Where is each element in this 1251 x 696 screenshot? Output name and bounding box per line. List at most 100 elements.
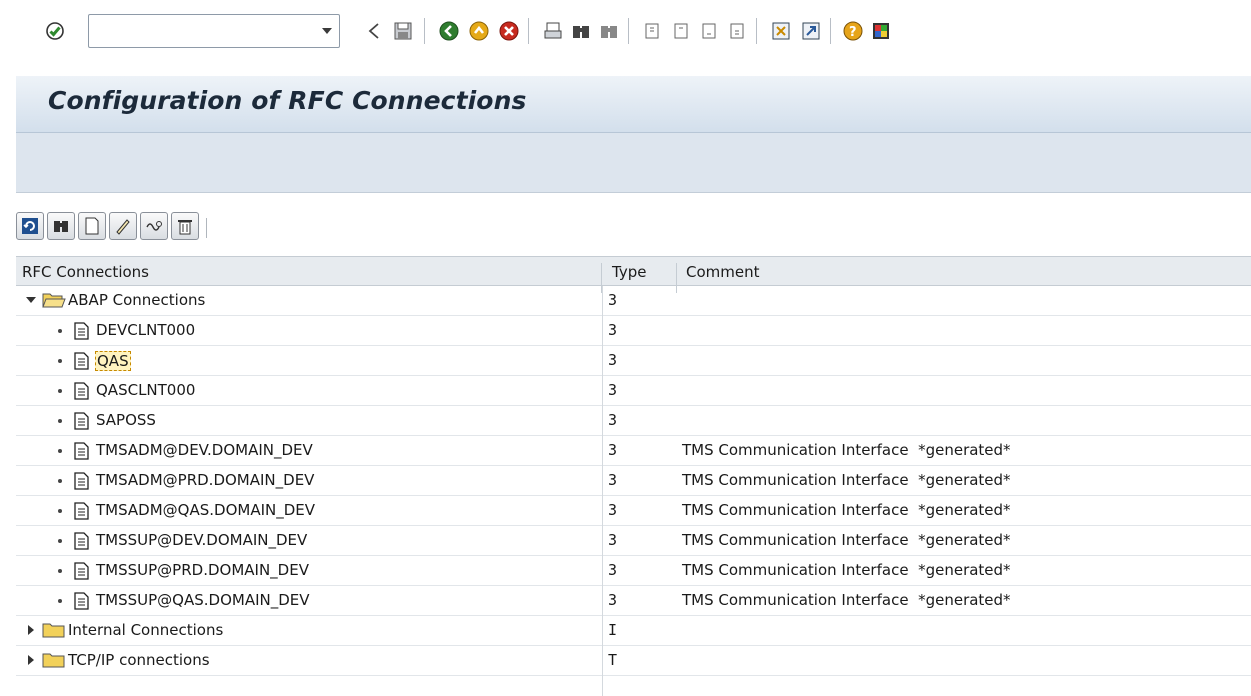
column-header-comment[interactable]: Comment: [686, 263, 760, 281]
back-icon[interactable]: [364, 20, 386, 42]
type-cell: 3: [608, 351, 618, 369]
type-cell: 3: [608, 501, 618, 519]
document-icon: [74, 592, 89, 610]
type-cell: I: [608, 621, 618, 639]
document-icon: [74, 442, 89, 460]
command-input[interactable]: [89, 15, 309, 45]
type-cell: 3: [608, 411, 618, 429]
refresh-button[interactable]: [16, 212, 44, 240]
tree-row-saposs[interactable]: SAPOSS 3: [16, 406, 1251, 436]
back-green-icon[interactable]: [438, 20, 460, 42]
type-cell: 3: [608, 591, 618, 609]
tree-row-tmssup-dev[interactable]: TMSSUP@DEV.DOMAIN_DEV 3 TMS Communicatio…: [16, 526, 1251, 556]
exit-icon[interactable]: [468, 20, 490, 42]
document-icon: [74, 412, 89, 430]
comment-cell: TMS Communication Interface *generated*: [682, 561, 1011, 579]
tree-row-tmssup-qas[interactable]: TMSSUP@QAS.DOMAIN_DEV 3 TMS Communicatio…: [16, 586, 1251, 616]
tree-node-label: Internal Connections: [68, 621, 224, 639]
find-icon: [54, 221, 68, 232]
comment-cell: TMS Communication Interface *generated*: [682, 531, 1011, 549]
comment-cell: TMS Communication Interface *generated*: [682, 591, 1011, 609]
comment-cell: TMS Communication Interface *generated*: [682, 501, 1011, 519]
rfc-connections-tree: RFC Connections Type Comment ABAP Connec…: [16, 256, 1251, 696]
collapse-arrow-icon[interactable]: [26, 297, 36, 303]
tree-row-tmsadm-qas[interactable]: TMSADM@QAS.DOMAIN_DEV 3 TMS Communicatio…: [16, 496, 1251, 526]
page-title: Configuration of RFC Connections: [48, 86, 527, 115]
tree-node-label: SAPOSS: [96, 411, 156, 429]
application-toolbar: [16, 133, 1251, 193]
create-icon: [85, 217, 99, 235]
test-connection-button[interactable]: [140, 212, 168, 240]
change-icon: [116, 219, 130, 235]
customize-layout-icon[interactable]: [870, 20, 892, 42]
tree-node-label: TCP/IP connections: [68, 651, 210, 669]
tree-node-label: ABAP Connections: [68, 291, 206, 309]
find-next-icon[interactable]: [598, 20, 620, 42]
cancel-icon[interactable]: [498, 20, 520, 42]
folder-icon: [42, 623, 65, 638]
column-header-rfc-connections[interactable]: RFC Connections: [22, 263, 149, 281]
find-icon[interactable]: [570, 20, 592, 42]
tree-row-devclnt000[interactable]: DEVCLNT000 3: [16, 316, 1251, 346]
test-connection-icon: [146, 221, 162, 231]
type-cell: 3: [608, 321, 618, 339]
type-cell: 3: [608, 441, 618, 459]
comment-cell: TMS Communication Interface *generated*: [682, 441, 1011, 459]
tree-node-label: TMSSUP@QAS.DOMAIN_DEV: [96, 591, 310, 609]
delete-icon: [178, 220, 192, 235]
command-dropdown-icon[interactable]: [322, 28, 332, 34]
comment-cell: TMS Communication Interface *generated*: [682, 471, 1011, 489]
tree-row-qasclnt000[interactable]: QASCLNT000 3: [16, 376, 1251, 406]
save-icon[interactable]: [392, 20, 414, 42]
system-toolbar: ?: [0, 0, 1251, 64]
type-cell: 3: [608, 291, 618, 309]
type-cell: 3: [608, 471, 618, 489]
document-icon: [74, 352, 89, 370]
document-icon: [74, 382, 89, 400]
tree-node-label: TMSADM@PRD.DOMAIN_DEV: [96, 471, 315, 489]
tree-node-label: QASCLNT000: [96, 381, 196, 399]
tree-node-label: TMSADM@QAS.DOMAIN_DEV: [96, 501, 316, 519]
print-icon[interactable]: [542, 20, 564, 42]
open-folder-icon: [42, 293, 66, 308]
expand-arrow-icon[interactable]: [28, 655, 34, 665]
tree-row-qas[interactable]: QAS 3: [16, 346, 1251, 376]
column-header-type[interactable]: Type: [612, 263, 646, 281]
command-field[interactable]: [88, 14, 340, 48]
expand-arrow-icon[interactable]: [28, 625, 34, 635]
tree-node-label: TMSADM@DEV.DOMAIN_DEV: [96, 441, 313, 459]
tree-node-label: TMSSUP@DEV.DOMAIN_DEV: [96, 531, 308, 549]
create-session-icon[interactable]: [770, 20, 792, 42]
document-icon: [74, 472, 89, 490]
tree-node-label-selected: QAS: [95, 351, 131, 371]
svg-text:?: ?: [849, 25, 857, 40]
create-button[interactable]: [78, 212, 106, 240]
title-bar: Configuration of RFC Connections: [16, 76, 1251, 133]
tree-row-tmsadm-prd[interactable]: TMSADM@PRD.DOMAIN_DEV 3 TMS Communicatio…: [16, 466, 1251, 496]
tree-row-abap-connections[interactable]: ABAP Connections 3: [16, 286, 1251, 316]
type-cell: T: [608, 651, 618, 669]
first-page-icon[interactable]: [642, 20, 664, 42]
next-page-icon[interactable]: [698, 20, 720, 42]
tree-node-label: TMSSUP@PRD.DOMAIN_DEV: [96, 561, 309, 579]
refresh-icon: [22, 218, 38, 234]
enter-icon[interactable]: [44, 20, 66, 42]
type-cell: 3: [608, 381, 618, 399]
document-icon: [74, 322, 89, 340]
document-icon: [74, 562, 89, 580]
change-button[interactable]: [109, 212, 137, 240]
help-icon[interactable]: ?: [842, 20, 864, 42]
tree-row-tmssup-prd[interactable]: TMSSUP@PRD.DOMAIN_DEV 3 TMS Communicatio…: [16, 556, 1251, 586]
tree-row-internal-connections[interactable]: Internal Connections I: [16, 616, 1251, 646]
last-page-icon[interactable]: [726, 20, 748, 42]
shortcut-icon[interactable]: [800, 20, 822, 42]
type-cell: 3: [608, 561, 618, 579]
type-cell: 3: [608, 531, 618, 549]
previous-page-icon[interactable]: [670, 20, 692, 42]
tree-row-tcpip-connections[interactable]: TCP/IP connections T: [16, 646, 1251, 676]
document-icon: [74, 502, 89, 520]
find-button[interactable]: [47, 212, 75, 240]
tree-node-label: DEVCLNT000: [96, 321, 196, 339]
delete-button[interactable]: [171, 212, 199, 240]
tree-row-tmsadm-dev[interactable]: TMSADM@DEV.DOMAIN_DEV 3 TMS Communicatio…: [16, 436, 1251, 466]
